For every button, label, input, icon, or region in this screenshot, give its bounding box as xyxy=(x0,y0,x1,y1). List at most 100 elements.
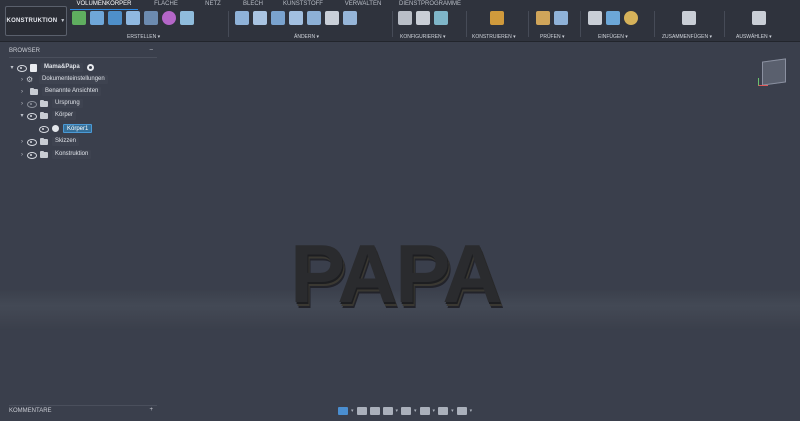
revolve-icon[interactable] xyxy=(108,11,122,25)
collapse-icon[interactable]: – xyxy=(150,47,153,53)
chamfer-icon[interactable] xyxy=(271,11,285,25)
tree-item-benannte-ansichten[interactable]: › Benannte Ansichten xyxy=(18,86,102,97)
parameters-icon[interactable] xyxy=(398,11,412,25)
fusion-app: KONSTRUKTION ▼ VOLUMENKÖRPER FLÄCHE NETZ… xyxy=(0,0,800,421)
tree-item-label: Körper1 xyxy=(63,124,93,133)
browser-title: BROWSER xyxy=(9,48,41,54)
chevron-down-icon[interactable]: ▾ xyxy=(18,112,26,119)
grid-settings-icon[interactable] xyxy=(438,407,449,415)
construct-tools xyxy=(490,11,504,31)
model-papa[interactable]: PAPA xyxy=(290,232,502,315)
combine-icon[interactable] xyxy=(307,11,321,25)
activate-radio-icon[interactable] xyxy=(86,64,94,71)
offset-plane-icon[interactable] xyxy=(490,11,504,25)
display-settings-icon[interactable] xyxy=(419,407,430,415)
insert-derive-icon[interactable] xyxy=(588,11,602,25)
pan-icon[interactable] xyxy=(369,407,380,415)
add-comment-icon[interactable]: + xyxy=(149,407,153,413)
tree-item-koerper[interactable]: ▾ Körper xyxy=(18,110,77,121)
tab-verwalten[interactable]: VERWALTEN xyxy=(332,1,394,10)
tab-kunststoff[interactable]: KUNSTSTOFF xyxy=(274,1,332,10)
chevron-down-icon[interactable]: ▾ xyxy=(351,408,354,414)
decal-icon[interactable] xyxy=(624,11,638,25)
pattern-icon[interactable] xyxy=(144,11,158,25)
eye-icon[interactable] xyxy=(26,151,37,159)
orbit-icon[interactable] xyxy=(338,407,348,415)
tab-netz[interactable]: NETZ xyxy=(194,1,232,10)
tree-item-skizzen[interactable]: › Skizzen xyxy=(18,136,80,147)
zoom-icon[interactable] xyxy=(382,407,393,415)
section-analysis-icon[interactable] xyxy=(554,11,568,25)
tab-blech[interactable]: BLECH xyxy=(232,1,274,10)
viewports-icon[interactable] xyxy=(456,407,467,415)
group-einfuegen[interactable]: EINFÜGEN ▾ xyxy=(598,34,628,40)
group-erstellen[interactable]: ERSTELLEN ▾ xyxy=(127,34,160,40)
tab-volumenkoerper[interactable]: VOLUMENKÖRPER xyxy=(70,1,138,10)
chevron-right-icon[interactable]: › xyxy=(18,139,26,145)
measure-icon[interactable] xyxy=(536,11,550,25)
table-icon[interactable] xyxy=(416,11,430,25)
comments-panel[interactable]: KOMMENTARE + xyxy=(9,405,157,417)
tree-item-dokumenteinstellungen[interactable]: › ⚙ Dokumenteinstellungen xyxy=(18,74,108,85)
folder-icon xyxy=(30,87,38,95)
workspace-switcher[interactable]: KONSTRUKTION ▼ xyxy=(5,6,67,36)
move-icon[interactable] xyxy=(325,11,339,25)
browser-header[interactable]: BROWSER – xyxy=(9,47,157,58)
group-konfigurieren[interactable]: KONFIGURIEREN ▾ xyxy=(400,34,446,40)
press-pull-icon[interactable] xyxy=(235,11,249,25)
insert-tools xyxy=(588,11,638,31)
tree-item-label: Ursprung xyxy=(52,99,83,108)
eye-icon[interactable] xyxy=(26,138,37,146)
tree-item-root[interactable]: ▾ Mama&Papa xyxy=(8,62,94,73)
tree-item-konstruktion[interactable]: › Konstruktion xyxy=(18,149,92,160)
select-icon[interactable] xyxy=(752,11,766,25)
eye-icon[interactable] xyxy=(38,125,49,133)
chevron-right-icon[interactable]: › xyxy=(18,89,26,95)
group-auswaehlen[interactable]: AUSWÄHLEN ▾ xyxy=(736,34,772,40)
align-icon[interactable] xyxy=(343,11,357,25)
toolbar-tabs: VOLUMENKÖRPER FLÄCHE NETZ BLECH KUNSTSTO… xyxy=(70,1,466,10)
folder-icon xyxy=(40,111,48,119)
group-aendern[interactable]: ÄNDERN ▾ xyxy=(294,34,319,40)
tree-item-label: Benannte Ansichten xyxy=(42,87,102,96)
chevron-down-icon[interactable]: ▾ xyxy=(433,408,436,414)
chevron-right-icon[interactable]: › xyxy=(18,101,26,107)
tree-item-koerper1[interactable]: Körper1 xyxy=(38,123,93,134)
assemble-tools xyxy=(682,11,696,31)
extrude-icon[interactable] xyxy=(90,11,104,25)
tab-flaeche[interactable]: FLÄCHE xyxy=(138,1,194,10)
chevron-down-icon[interactable]: ▾ xyxy=(451,408,454,414)
new-sketch-icon[interactable] xyxy=(72,11,86,25)
sweep-icon[interactable] xyxy=(126,11,140,25)
separator xyxy=(228,11,229,37)
separator xyxy=(654,11,655,37)
tree-item-ursprung[interactable]: › Ursprung xyxy=(18,98,83,109)
separator xyxy=(392,11,393,37)
insert-image-icon[interactable] xyxy=(606,11,620,25)
eye-icon[interactable] xyxy=(26,112,37,120)
chevron-down-icon[interactable]: ▾ xyxy=(414,408,417,414)
fillet-icon[interactable] xyxy=(253,11,267,25)
group-konstruieren[interactable]: KONSTRUIEREN ▾ xyxy=(472,34,516,40)
chevron-right-icon[interactable]: › xyxy=(18,77,26,83)
chevron-down-icon[interactable]: ▾ xyxy=(396,408,399,414)
derive-icon[interactable] xyxy=(180,11,194,25)
fit-icon[interactable] xyxy=(401,407,412,415)
tree-item-label: Skizzen xyxy=(52,137,80,146)
create-tools xyxy=(72,11,194,31)
new-component-icon[interactable] xyxy=(682,11,696,25)
document-icon xyxy=(30,63,37,72)
configure-icon[interactable] xyxy=(434,11,448,25)
chevron-down-icon[interactable]: ▾ xyxy=(8,64,16,71)
inspect-tools xyxy=(536,11,568,31)
form-icon[interactable] xyxy=(162,11,176,25)
eye-hidden-icon[interactable] xyxy=(26,100,37,108)
chevron-down-icon[interactable]: ▾ xyxy=(470,408,473,414)
shell-icon[interactable] xyxy=(289,11,303,25)
group-pruefen[interactable]: PRÜFEN ▾ xyxy=(540,34,564,40)
eye-icon[interactable] xyxy=(16,64,27,72)
chevron-right-icon[interactable]: › xyxy=(18,152,26,158)
tab-dienstprogramme[interactable]: DIENSTPROGRAMME xyxy=(394,1,466,10)
group-zusammenfuegen[interactable]: ZUSAMMENFÜGEN ▾ xyxy=(662,34,712,40)
look-at-icon[interactable] xyxy=(356,407,367,415)
